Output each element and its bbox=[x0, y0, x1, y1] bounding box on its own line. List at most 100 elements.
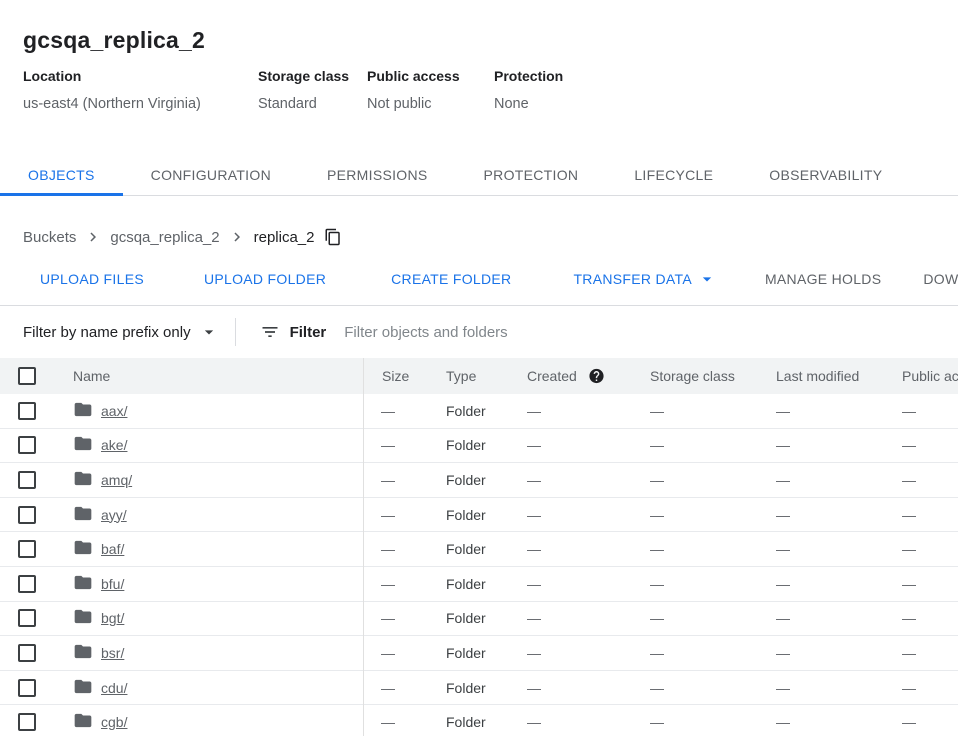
table-row: ake/ — Folder — — — — bbox=[0, 429, 958, 464]
object-link[interactable]: cgb/ bbox=[101, 714, 127, 730]
breadcrumb-current-folder: replica_2 bbox=[254, 229, 315, 246]
table-row: cgb/ — Folder — — — — bbox=[0, 705, 958, 736]
breadcrumb: Buckets gcsqa_replica_2 replica_2 bbox=[0, 222, 958, 252]
last-modified-cell: — bbox=[776, 610, 790, 626]
type-cell: Folder bbox=[446, 541, 486, 557]
tab-lifecycle[interactable]: LIFECYCLE bbox=[606, 155, 741, 195]
tab-permissions[interactable]: PERMISSIONS bbox=[299, 155, 456, 195]
row-checkbox[interactable] bbox=[18, 575, 36, 593]
folder-icon bbox=[73, 468, 93, 491]
object-link[interactable]: cdu/ bbox=[101, 680, 127, 696]
object-link[interactable]: ayy/ bbox=[101, 507, 127, 523]
meta-value: us-east4 (Northern Virginia) bbox=[23, 95, 258, 113]
upload-folder-button[interactable]: UPLOAD FOLDER bbox=[204, 271, 326, 287]
column-header-storage-class: Storage class bbox=[650, 368, 735, 384]
row-checkbox[interactable] bbox=[18, 679, 36, 697]
transfer-data-button[interactable]: TRANSFER DATA bbox=[573, 269, 717, 289]
last-modified-cell: — bbox=[776, 714, 790, 730]
object-actions-toolbar: UPLOAD FILES UPLOAD FOLDER CREATE FOLDER… bbox=[0, 252, 958, 306]
object-link[interactable]: amq/ bbox=[101, 472, 132, 488]
meta-label: Public access bbox=[367, 68, 494, 85]
column-header-type: Type bbox=[446, 368, 476, 384]
transfer-data-label: TRANSFER DATA bbox=[573, 271, 692, 287]
created-cell: — bbox=[527, 645, 541, 661]
object-link[interactable]: bgt/ bbox=[101, 610, 124, 626]
row-checkbox[interactable] bbox=[18, 540, 36, 558]
storage-class-cell: — bbox=[650, 507, 664, 523]
meta-label: Location bbox=[23, 68, 258, 85]
row-checkbox[interactable] bbox=[18, 609, 36, 627]
row-checkbox[interactable] bbox=[18, 402, 36, 420]
public-access-cell: — bbox=[902, 437, 916, 453]
filter-input[interactable] bbox=[342, 323, 882, 342]
object-link[interactable]: aax/ bbox=[101, 403, 127, 419]
page-title: gcsqa_replica_2 bbox=[23, 25, 958, 55]
select-all-checkbox[interactable] bbox=[18, 367, 36, 385]
filter-label: Filter bbox=[290, 324, 327, 341]
folder-icon bbox=[73, 399, 93, 422]
tab-observability[interactable]: OBSERVABILITY bbox=[741, 155, 910, 195]
row-checkbox[interactable] bbox=[18, 471, 36, 489]
folder-icon bbox=[73, 538, 93, 561]
create-folder-button[interactable]: CREATE FOLDER bbox=[391, 271, 511, 287]
meta-value: None bbox=[494, 95, 563, 113]
page-header: gcsqa_replica_2 bbox=[0, 0, 958, 55]
column-header-public-access: Public access bbox=[902, 368, 958, 384]
created-cell: — bbox=[527, 714, 541, 730]
column-header-last-modified: Last modified bbox=[776, 368, 859, 384]
size-cell: — bbox=[381, 680, 395, 696]
arrow-drop-down-icon bbox=[697, 269, 717, 289]
breadcrumb-buckets[interactable]: Buckets bbox=[23, 229, 76, 246]
public-access-cell: — bbox=[902, 680, 916, 696]
size-cell: — bbox=[381, 610, 395, 626]
last-modified-cell: — bbox=[776, 680, 790, 696]
public-access-cell: — bbox=[902, 645, 916, 661]
tab-protection[interactable]: PROTECTION bbox=[456, 155, 607, 195]
download-button[interactable]: DOWNLOAD bbox=[923, 271, 958, 287]
storage-class-cell: — bbox=[650, 437, 664, 453]
row-checkbox[interactable] bbox=[18, 713, 36, 731]
object-link[interactable]: bsr/ bbox=[101, 645, 124, 661]
type-cell: Folder bbox=[446, 576, 486, 592]
filter-scope-label: Filter by name prefix only bbox=[23, 324, 191, 341]
public-access-cell: — bbox=[902, 714, 916, 730]
storage-class-cell: — bbox=[650, 714, 664, 730]
type-cell: Folder bbox=[446, 507, 486, 523]
last-modified-cell: — bbox=[776, 541, 790, 557]
table-row: aax/ — Folder — — — — bbox=[0, 394, 958, 429]
manage-holds-button[interactable]: MANAGE HOLDS bbox=[765, 271, 881, 287]
created-cell: — bbox=[527, 576, 541, 592]
size-cell: — bbox=[381, 714, 395, 730]
meta-public-access: Public access Not public bbox=[367, 68, 494, 113]
table-row: cdu/ — Folder — — — — bbox=[0, 671, 958, 706]
tab-objects[interactable]: OBJECTS bbox=[0, 155, 123, 195]
meta-protection: Protection None bbox=[494, 68, 563, 113]
created-cell: — bbox=[527, 680, 541, 696]
created-cell: — bbox=[527, 437, 541, 453]
object-link[interactable]: ake/ bbox=[101, 437, 127, 453]
type-cell: Folder bbox=[446, 680, 486, 696]
storage-class-cell: — bbox=[650, 576, 664, 592]
created-cell: — bbox=[527, 610, 541, 626]
folder-icon bbox=[73, 572, 93, 595]
upload-files-button[interactable]: UPLOAD FILES bbox=[40, 271, 144, 287]
row-checkbox[interactable] bbox=[18, 644, 36, 662]
object-link[interactable]: baf/ bbox=[101, 541, 124, 557]
size-cell: — bbox=[381, 472, 395, 488]
object-link[interactable]: bfu/ bbox=[101, 576, 124, 592]
storage-class-cell: — bbox=[650, 610, 664, 626]
copy-icon[interactable] bbox=[324, 228, 342, 246]
breadcrumb-bucket-name[interactable]: gcsqa_replica_2 bbox=[110, 229, 219, 246]
row-checkbox[interactable] bbox=[18, 506, 36, 524]
meta-label: Storage class bbox=[258, 68, 367, 85]
filter-list-icon bbox=[260, 322, 280, 342]
filter-scope-select[interactable]: Filter by name prefix only bbox=[23, 322, 219, 342]
row-checkbox[interactable] bbox=[18, 436, 36, 454]
bucket-details-page: gcsqa_replica_2 Location us-east4 (North… bbox=[0, 0, 958, 736]
tab-bar: OBJECTS CONFIGURATION PERMISSIONS PROTEC… bbox=[0, 155, 958, 196]
objects-table: Name Size Type Created Storage class Las… bbox=[0, 358, 958, 736]
meta-value: Standard bbox=[258, 95, 367, 113]
help-icon[interactable] bbox=[588, 368, 605, 385]
storage-class-cell: — bbox=[650, 645, 664, 661]
tab-configuration[interactable]: CONFIGURATION bbox=[123, 155, 299, 195]
